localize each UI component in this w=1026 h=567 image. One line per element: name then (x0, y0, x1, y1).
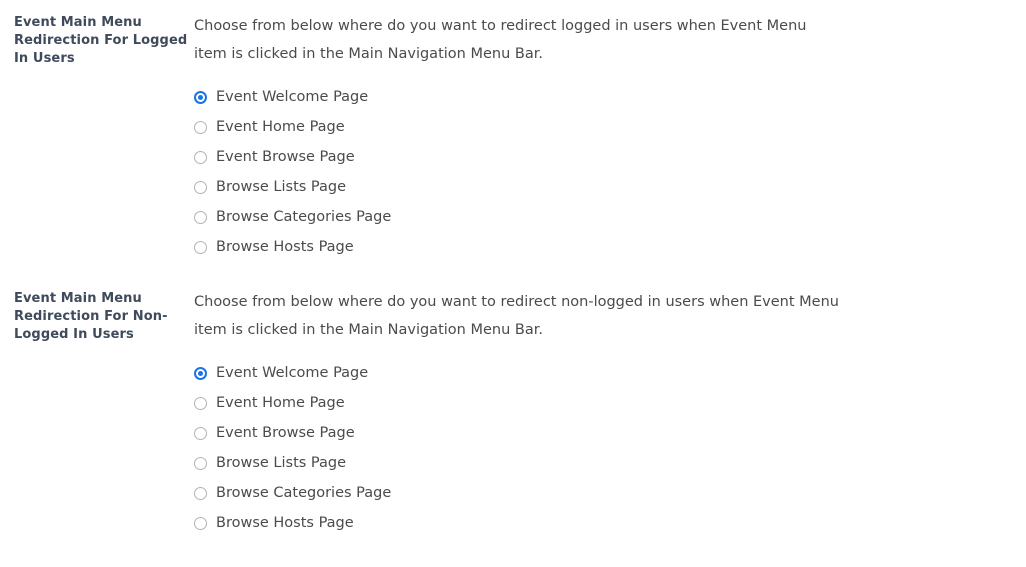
radio-option[interactable]: Browse Categories Page (194, 202, 1012, 232)
radio-option-label: Browse Categories Page (216, 209, 392, 225)
setting-field-cell: Choose from below where do you want to r… (194, 288, 1026, 538)
radio-button-icon[interactable] (194, 90, 207, 104)
setting-row-logged-in-redirection: Event Main Menu Redirection For Logged I… (0, 12, 1026, 262)
radio-option-label: Browse Lists Page (216, 455, 347, 471)
settings-form: Event Main Menu Redirection For Logged I… (0, 0, 1026, 538)
setting-label-cell: Event Main Menu Redirection For Non-Logg… (0, 288, 194, 344)
radio-option[interactable]: Event Welcome Page (194, 358, 1012, 388)
setting-field-cell: Choose from below where do you want to r… (194, 12, 1026, 262)
radio-option-label: Browse Lists Page (216, 179, 347, 195)
radio-option[interactable]: Browse Categories Page (194, 478, 1012, 508)
radio-option[interactable]: Event Home Page (194, 112, 1012, 142)
setting-label-logged-in-redirection: Event Main Menu Redirection For Logged I… (14, 15, 188, 66)
radio-option-label: Browse Categories Page (216, 485, 392, 501)
radio-option[interactable]: Browse Hosts Page (194, 508, 1012, 538)
radio-button-icon[interactable] (194, 120, 207, 134)
radio-option-label: Event Welcome Page (216, 89, 369, 105)
radio-button-icon[interactable] (194, 210, 207, 224)
radio-option[interactable]: Browse Lists Page (194, 172, 1012, 202)
radio-button-icon[interactable] (194, 150, 207, 164)
radio-option-label: Event Home Page (216, 119, 345, 135)
radio-button-icon[interactable] (194, 180, 207, 194)
radio-option[interactable]: Event Browse Page (194, 142, 1012, 172)
radio-button-icon[interactable] (194, 426, 207, 440)
radio-button-icon[interactable] (194, 486, 207, 500)
radio-option-label: Event Home Page (216, 395, 345, 411)
radio-button-icon[interactable] (194, 240, 207, 254)
setting-description-non-logged-in-redirection: Choose from below where do you want to r… (194, 294, 839, 338)
radio-option[interactable]: Browse Lists Page (194, 448, 1012, 478)
radio-option[interactable]: Browse Hosts Page (194, 232, 1012, 262)
radio-button-icon[interactable] (194, 396, 207, 410)
radio-option-label: Event Browse Page (216, 425, 355, 441)
setting-description-logged-in-redirection: Choose from below where do you want to r… (194, 18, 807, 62)
radio-button-icon[interactable] (194, 456, 207, 470)
radio-option-label: Browse Hosts Page (216, 239, 354, 255)
radio-option[interactable]: Event Browse Page (194, 418, 1012, 448)
radio-option[interactable]: Event Welcome Page (194, 82, 1012, 112)
setting-row-non-logged-in-redirection: Event Main Menu Redirection For Non-Logg… (0, 288, 1026, 538)
radio-button-icon[interactable] (194, 366, 207, 380)
radio-group-non-logged-in-redirection: Event Welcome Page Event Home Page Event… (194, 358, 1012, 538)
setting-label-non-logged-in-redirection: Event Main Menu Redirection For Non-Logg… (14, 291, 168, 342)
setting-label-cell: Event Main Menu Redirection For Logged I… (0, 12, 194, 68)
radio-group-logged-in-redirection: Event Welcome Page Event Home Page Event… (194, 82, 1012, 262)
radio-option-label: Event Browse Page (216, 149, 355, 165)
radio-option-label: Event Welcome Page (216, 365, 369, 381)
radio-button-icon[interactable] (194, 516, 207, 530)
radio-option-label: Browse Hosts Page (216, 515, 354, 531)
radio-option[interactable]: Event Home Page (194, 388, 1012, 418)
